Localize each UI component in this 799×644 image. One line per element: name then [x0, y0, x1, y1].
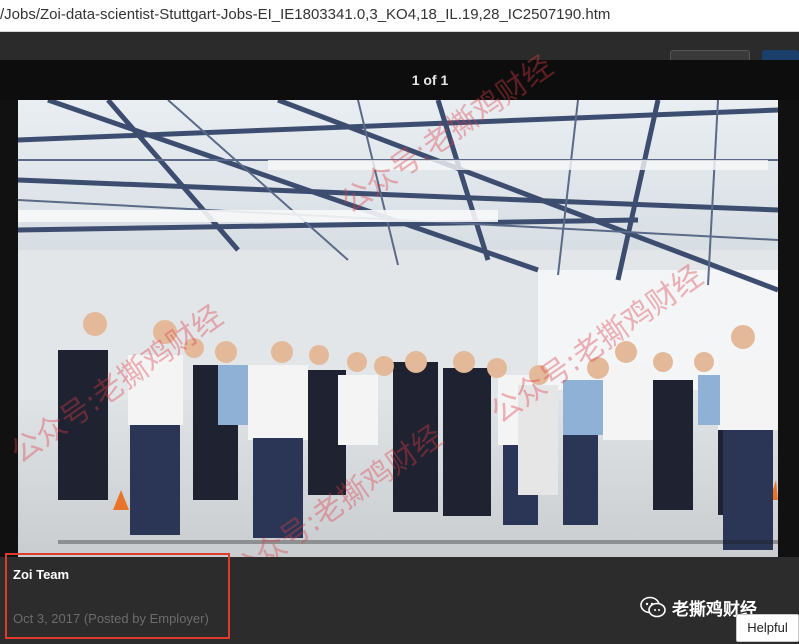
team-photo[interactable]: [18, 100, 778, 557]
lightbox-header: 1 of 1: [0, 60, 799, 100]
helpful-button[interactable]: Helpful: [736, 614, 799, 642]
wechat-icon: [640, 596, 666, 618]
team-photo-illustration: [18, 100, 778, 557]
url-text[interactable]: /Jobs/Zoi-data-scientist-Stuttgart-Jobs-…: [0, 6, 610, 23]
highlight-annotation-box: [5, 553, 230, 639]
browser-address-bar[interactable]: /Jobs/Zoi-data-scientist-Stuttgart-Jobs-…: [0, 0, 799, 32]
photo-counter: 1 of 1: [411, 72, 449, 88]
lightbox-right-gutter: [778, 100, 799, 557]
lightbox-left-gutter: [0, 100, 18, 557]
